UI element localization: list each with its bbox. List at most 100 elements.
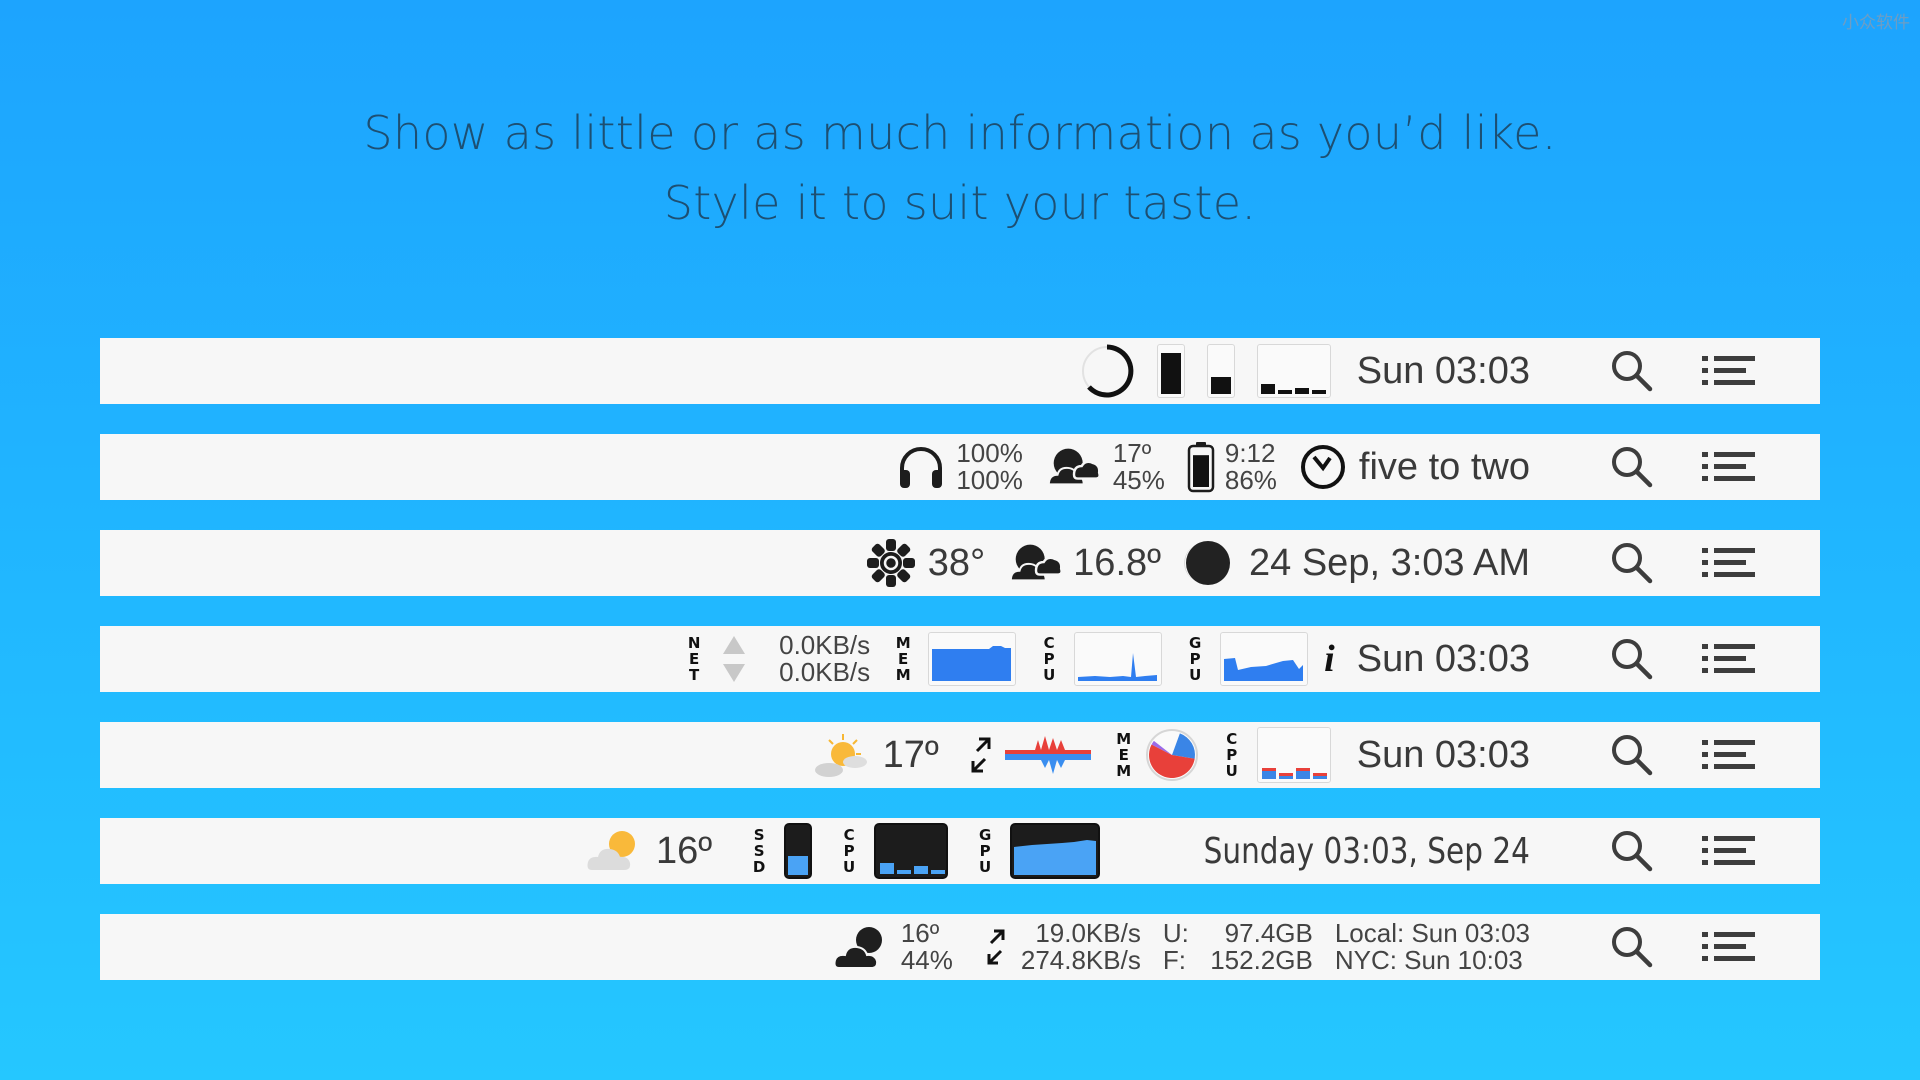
cpu-widget[interactable]: CPU	[840, 823, 949, 879]
cpu-history-graph[interactable]	[1256, 344, 1331, 398]
gpu-widget[interactable]: GPU	[1186, 632, 1309, 686]
list-menu-icon[interactable]	[1700, 831, 1756, 871]
gpu-label: GPU	[1189, 634, 1202, 684]
cpu-bar-graph	[874, 823, 949, 879]
disk-bar-icon[interactable]	[1206, 344, 1235, 398]
cpu-bar-graph	[1256, 727, 1331, 783]
gpu-graph	[1010, 823, 1101, 879]
list-menu-icon[interactable]	[1700, 927, 1756, 967]
weather-temp: 17º	[1112, 438, 1152, 468]
weather-widget[interactable]: 17º 45%	[1045, 440, 1165, 494]
menubar-row-5: 17º MEM CPU Sun 03:03	[100, 722, 1820, 788]
sun-behind-cloud-icon	[587, 831, 635, 870]
search-icon[interactable]	[1608, 347, 1656, 395]
list-menu-icon[interactable]	[1700, 639, 1756, 679]
list-menu-icon[interactable]	[1700, 543, 1756, 583]
list-menu-icon[interactable]	[1700, 735, 1756, 775]
partly-sunny-icon	[814, 734, 867, 777]
ssd-label: SSD	[752, 826, 766, 876]
headphones-widget[interactable]: 100% 100%	[896, 440, 1023, 494]
disk-used: 97.4GB	[1224, 918, 1313, 948]
headphones-right: 100%	[956, 465, 1023, 495]
network-widget[interactable]: 19.0KB/s 274.8KB/s	[985, 920, 1141, 974]
cpu-bar	[1295, 767, 1310, 779]
search-icon[interactable]	[1608, 539, 1656, 587]
weather-temp: 16º	[900, 918, 940, 948]
search-icon[interactable]	[1608, 923, 1656, 971]
list-menu-icon[interactable]	[1700, 351, 1756, 391]
cpu-label: CPU	[1225, 730, 1238, 780]
disk-widget[interactable]: U: F: 97.4GB 152.2GB	[1163, 920, 1313, 974]
cloudy-night-icon	[1045, 445, 1103, 489]
weather-widget[interactable]: 16.8º	[1007, 541, 1161, 585]
cpu-graph	[1074, 632, 1163, 686]
weather-widget[interactable]: 16º	[586, 828, 712, 874]
clock-text[interactable]: Sun 03:03	[1357, 734, 1530, 777]
search-icon[interactable]	[1608, 827, 1656, 875]
cpu-bar	[1312, 773, 1327, 779]
search-icon[interactable]	[1608, 635, 1656, 683]
ssd-widget[interactable]: SSD	[750, 823, 813, 879]
gpu-widget[interactable]: GPU	[976, 823, 1101, 879]
network-widget[interactable]: NET 0.0KB/s 0.0KB/s	[685, 632, 870, 686]
weather-temp: 17º	[882, 733, 939, 776]
watermark: 小众软件	[1842, 13, 1910, 33]
menubar-row-2: 100% 100% 17º 45% 9:12 86% five to two	[100, 434, 1820, 500]
cpu-bar	[931, 870, 946, 874]
clock-icon	[1300, 445, 1345, 489]
disk-free: 152.2GB	[1210, 945, 1313, 975]
search-icon[interactable]	[1608, 731, 1656, 779]
cpu-bar	[1261, 767, 1276, 779]
net-label: NET	[687, 634, 701, 684]
headline-line-2: Style it to suit your taste.	[663, 176, 1257, 230]
memory-bar-icon[interactable]	[1156, 344, 1185, 398]
cpu-widget[interactable]: CPU	[1223, 727, 1331, 783]
cpu-bar	[880, 863, 895, 874]
disk-used-label: U:	[1162, 918, 1189, 948]
disk-free-label: F:	[1162, 945, 1186, 975]
menubar-row-6: 16º SSD CPU GPU Sunday 03:03, Sep 24	[100, 818, 1820, 884]
battery-icon	[1187, 442, 1215, 493]
fan-sensor-icon	[866, 539, 915, 587]
search-icon[interactable]	[1608, 443, 1656, 491]
clock-text[interactable]: Sun 03:03	[1357, 638, 1530, 681]
clock-text: 24 Sep, 3:03 AM	[1249, 541, 1530, 584]
memory-graph	[928, 632, 1017, 686]
weather-temp: 16º	[655, 829, 713, 872]
net-down: 274.8KB/s	[1020, 945, 1141, 975]
battery-time: 9:12	[1224, 438, 1276, 468]
network-widget[interactable]	[969, 730, 1091, 780]
moon-phase-icon	[1184, 541, 1231, 585]
fan-sensor-widget[interactable]: 38°	[866, 538, 985, 588]
cpu-label: CPU	[1043, 634, 1056, 684]
memory-widget[interactable]: MEM	[1115, 728, 1199, 782]
info-icon[interactable]: i	[1324, 637, 1335, 681]
cpu-bar	[1278, 773, 1293, 779]
clock-widget[interactable]: five to two	[1299, 443, 1530, 491]
cloudy-night-icon	[1007, 541, 1065, 585]
cpu-widget[interactable]: CPU	[1040, 632, 1163, 686]
clock-text[interactable]: Sun 03:03	[1357, 350, 1530, 393]
clock-text[interactable]: Sunday 03:03, Sep 24	[1204, 831, 1530, 872]
network-arrows-icon	[987, 929, 1005, 965]
cpu-label: CPU	[843, 826, 856, 876]
menubar-row-4: NET 0.0KB/s 0.0KB/s MEM CPU GPU i Sun 03:…	[100, 626, 1820, 692]
memory-pie-chart	[1145, 729, 1198, 781]
battery-widget[interactable]: 9:12 86%	[1187, 440, 1277, 494]
world-clock-widget[interactable]: Local: Sun 03:03 NYC: Sun 10:03	[1335, 920, 1530, 974]
weather-widget[interactable]: 17º	[813, 732, 939, 778]
up-down-arrows-icon	[723, 636, 746, 682]
menubar-row-1: Sun 03:03	[100, 338, 1820, 404]
battery-percent: 86%	[1224, 465, 1277, 495]
cpu-bar	[897, 870, 912, 874]
weather-temp: 16.8º	[1073, 541, 1162, 584]
net-up: 0.0KB/s	[779, 630, 871, 660]
moon-phase-widget[interactable]: 24 Sep, 3:03 AM	[1183, 538, 1530, 588]
cpu-ring-icon[interactable]	[1079, 343, 1135, 399]
list-menu-icon[interactable]	[1700, 447, 1756, 487]
memory-widget[interactable]: MEM	[894, 632, 1017, 686]
gpu-graph	[1220, 632, 1309, 686]
clock-local: Local: Sun 03:03	[1334, 918, 1530, 948]
menubar-row-3: 38° 16.8º 24 Sep, 3:03 AM	[100, 530, 1820, 596]
weather-widget[interactable]: 16º 44%	[833, 920, 953, 974]
